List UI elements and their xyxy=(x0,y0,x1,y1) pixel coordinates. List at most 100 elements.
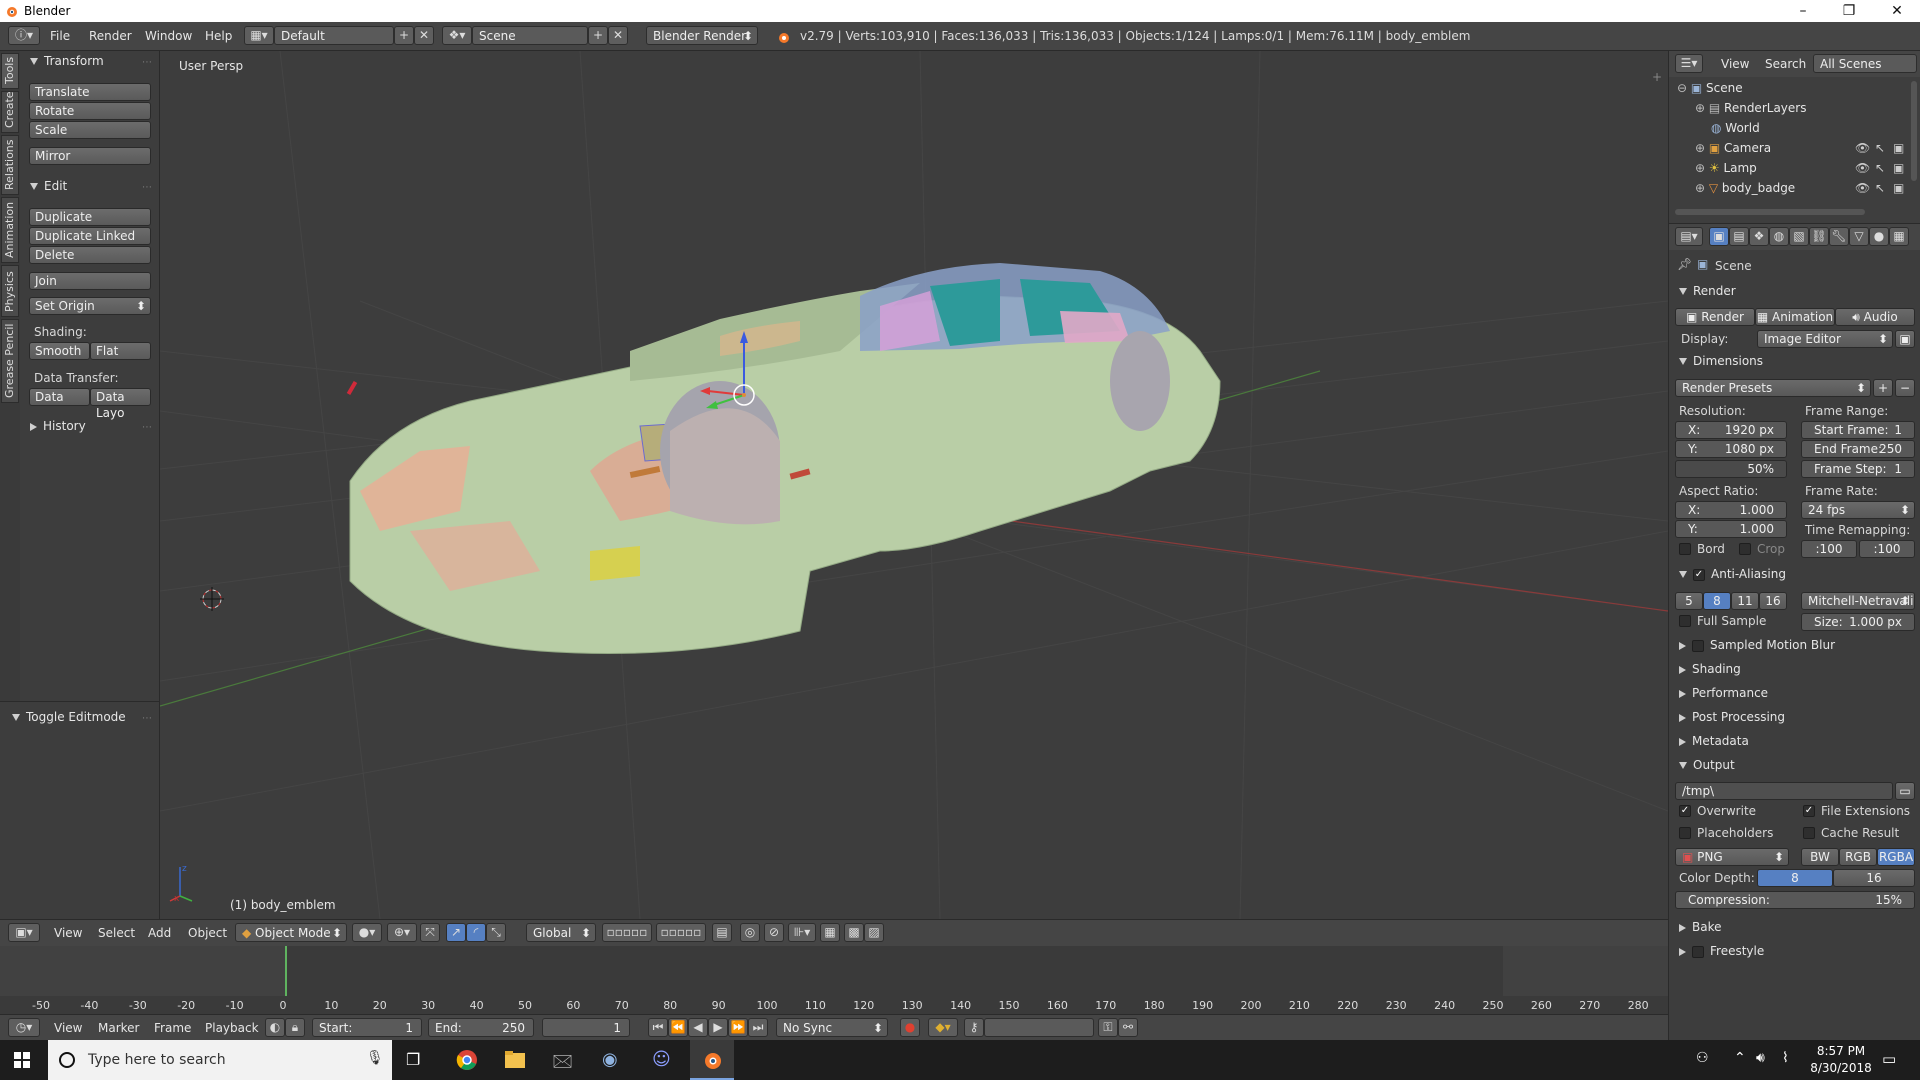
aa-filter-select[interactable]: Mitchell-Netravali ⬍ xyxy=(1801,592,1915,610)
frame-step-field[interactable]: Frame Step: 1 xyxy=(1801,460,1915,478)
duplicate-button[interactable]: Duplicate xyxy=(29,208,151,226)
tree-item-world[interactable]: ◍ World xyxy=(1711,121,1760,135)
editor-type-icon[interactable]: ▤▾ xyxy=(1675,227,1703,246)
aa-samples-16[interactable]: 16 xyxy=(1759,592,1787,610)
menu-window[interactable]: Window xyxy=(145,29,192,43)
microphone-icon[interactable]: 🎙︎ xyxy=(366,1050,384,1066)
menu-help[interactable]: Help xyxy=(205,29,232,43)
orientation-select[interactable]: Global ⬍ xyxy=(526,923,596,942)
file-explorer-icon[interactable] xyxy=(504,1050,526,1070)
performance-panel-header[interactable]: Performance xyxy=(1679,686,1768,700)
metadata-panel-header[interactable]: Metadata xyxy=(1679,734,1749,748)
sampled-motion-blur-header[interactable]: Sampled Motion Blur xyxy=(1679,638,1835,652)
taskbar-search-box[interactable]: Type here to search 🎙︎ xyxy=(48,1040,392,1080)
data-layout-button[interactable]: Data Layo xyxy=(90,388,151,420)
layers-grid-b[interactable]: ▫▫▫▫▫ xyxy=(656,923,706,942)
render-button[interactable]: ▣ Render xyxy=(1675,308,1755,326)
render-layers-tab-icon[interactable]: ▤ xyxy=(1729,227,1749,246)
task-view-icon[interactable]: ❐ xyxy=(406,1050,420,1069)
sync-select[interactable]: No Sync ⬍ xyxy=(776,1018,888,1037)
tree-item-body-badge[interactable]: ⊕ ▽ body_badge xyxy=(1695,181,1795,195)
start-frame-field[interactable]: Start Frame: 1 xyxy=(1801,421,1915,439)
crop-checkbox[interactable] xyxy=(1739,543,1751,555)
tab-create[interactable]: Create xyxy=(1,91,19,133)
render-camera-icon[interactable]: ▣ xyxy=(1893,181,1904,195)
viewport-shading-icon[interactable]: ●▾ xyxy=(352,923,382,942)
menu-frame[interactable]: Frame xyxy=(154,1021,191,1035)
select-arrow-icon[interactable]: ↖ xyxy=(1875,181,1885,195)
texture-tab-icon[interactable]: ▦ xyxy=(1889,227,1909,246)
duplicate-linked-button[interactable]: Duplicate Linked xyxy=(29,227,151,245)
cache-result-checkbox[interactable] xyxy=(1803,827,1815,839)
translate-button[interactable]: Translate xyxy=(29,83,151,101)
menu-marker[interactable]: Marker xyxy=(98,1021,139,1035)
tree-item-lamp[interactable]: ⊕ ☀ Lamp xyxy=(1695,161,1757,175)
taskbar-blender[interactable] xyxy=(690,1040,734,1080)
chrome-icon[interactable] xyxy=(456,1049,478,1071)
output-panel-header[interactable]: Output xyxy=(1679,758,1735,772)
menu-view[interactable]: View xyxy=(54,1021,82,1035)
render-animation-icon[interactable]: ▩ xyxy=(844,923,864,942)
start-frame-field[interactable]: Start: 1 xyxy=(312,1018,422,1037)
tab-animation[interactable]: Animation xyxy=(1,197,19,263)
edit-panel-header[interactable]: Edit xyxy=(30,179,67,193)
render-tab-icon[interactable]: ▣ xyxy=(1709,227,1729,246)
layer-lock-icon[interactable]: ▤ xyxy=(712,923,732,942)
menu-playback[interactable]: Playback xyxy=(205,1021,259,1035)
data-tab-icon[interactable]: ▽ xyxy=(1849,227,1869,246)
snap-element-icon[interactable]: ⊪▾ xyxy=(788,923,816,942)
end-frame-field[interactable]: End: 250 xyxy=(428,1018,534,1037)
resolution-percentage-slider[interactable]: 50% xyxy=(1675,460,1787,478)
data-button[interactable]: Data xyxy=(29,388,90,406)
clock-date[interactable]: 8/30/2018 xyxy=(1806,1061,1876,1075)
select-arrow-icon[interactable]: ↖ xyxy=(1875,161,1885,175)
windows-start-icon[interactable] xyxy=(14,1052,30,1068)
preview-range-icon[interactable]: ◐ xyxy=(265,1018,285,1037)
expand-icon[interactable]: ⊕ xyxy=(1695,161,1709,175)
scene-icon[interactable]: ❖▾ xyxy=(442,26,472,45)
layout-remove-button[interactable]: ✕ xyxy=(414,26,434,45)
scale-button[interactable]: Scale xyxy=(29,121,151,139)
editor-type-icon[interactable]: ⓘ▾ xyxy=(8,26,40,45)
render-still-icon[interactable]: ▨ xyxy=(864,923,884,942)
layout-add-button[interactable]: + xyxy=(394,26,414,45)
render-engine-select[interactable]: Blender Render ⬍ xyxy=(646,26,758,45)
scene-remove-button[interactable]: ✕ xyxy=(608,26,628,45)
outliner-scrollbar[interactable] xyxy=(1911,81,1917,181)
play-reverse-icon[interactable]: ◀ xyxy=(688,1018,708,1037)
frame-rate-select[interactable]: 24 fps ⬍ xyxy=(1801,501,1915,519)
3d-viewport[interactable]: x z + User Persp (1) body_emblem xyxy=(160,51,1668,919)
menu-render[interactable]: Render xyxy=(89,29,132,43)
file-format-select[interactable]: ▣ PNG ⬍ xyxy=(1675,848,1789,866)
color-depth-16-button[interactable]: 16 xyxy=(1833,869,1915,887)
color-rgb-button[interactable]: RGB xyxy=(1839,848,1877,866)
menu-add[interactable]: Add xyxy=(148,926,171,940)
delete-keyframe-icon[interactable]: ⚯ xyxy=(1118,1018,1138,1037)
time-remap-new-field[interactable]: :100 xyxy=(1859,540,1915,558)
drag-grip-icon[interactable]: ⋯ xyxy=(142,182,152,193)
material-tab-icon[interactable]: ● xyxy=(1869,227,1889,246)
current-frame-marker[interactable] xyxy=(285,946,287,996)
menu-search[interactable]: Search xyxy=(1765,57,1806,71)
volume-icon[interactable]: 🔊︎ xyxy=(1756,1050,1765,1066)
jump-keyframe-back-icon[interactable]: ⏪ xyxy=(668,1018,688,1037)
overwrite-checkbox[interactable]: ✓ xyxy=(1679,805,1691,817)
tab-physics[interactable]: Physics xyxy=(1,265,19,317)
drag-grip-icon[interactable]: ⋯ xyxy=(142,713,152,724)
bake-panel-header[interactable]: Bake xyxy=(1679,920,1722,934)
tree-item-camera[interactable]: ⊕ ▣ Camera xyxy=(1695,141,1771,155)
anti-aliasing-panel-header[interactable]: ✓ Anti-Aliasing xyxy=(1679,567,1786,581)
layout-field[interactable]: Default xyxy=(274,26,394,45)
select-arrow-icon[interactable]: ↖ xyxy=(1875,141,1885,155)
animation-button[interactable]: ▦ Animation xyxy=(1755,308,1835,326)
color-bw-button[interactable]: BW xyxy=(1801,848,1839,866)
layers-grid-a[interactable]: ▫▫▫▫▫ xyxy=(602,923,652,942)
manipulator-toggle-icon[interactable]: ⤧ xyxy=(420,923,440,942)
render-panel-header[interactable]: Render xyxy=(1679,284,1736,298)
viewport-plus-icon[interactable]: + xyxy=(1652,70,1662,84)
jump-end-icon[interactable]: ⏭ xyxy=(748,1018,768,1037)
transform-panel-header[interactable]: Transform xyxy=(30,54,104,68)
end-frame-field[interactable]: End Frame: 250 xyxy=(1801,440,1915,458)
freestyle-panel-header[interactable]: Freestyle xyxy=(1679,944,1764,958)
audio-button[interactable]: 🔊︎ Audio xyxy=(1835,308,1915,326)
